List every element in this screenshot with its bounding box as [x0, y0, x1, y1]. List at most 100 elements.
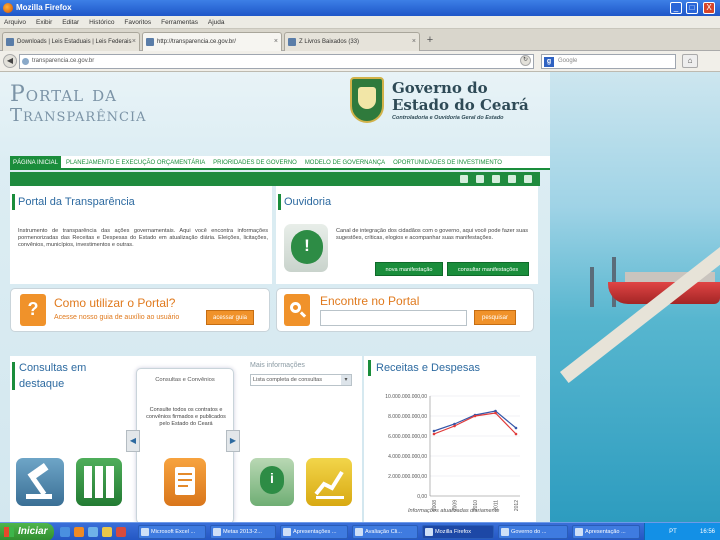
- government-logo: Governo do Estado do Ceará: [392, 80, 529, 114]
- y-tick-label: 10.000.000.000,00: [385, 394, 427, 400]
- data-point-despesas: [514, 432, 518, 436]
- window-titlebar: Mozilla Firefox: [0, 0, 720, 16]
- portal-panel-text: Instrumento de transparência das ações g…: [18, 228, 268, 248]
- portal-logo[interactable]: Portal da Transparência: [10, 84, 147, 126]
- tab-label: Z Livros Baixados (33): [299, 39, 360, 45]
- print-icon[interactable]: [524, 175, 532, 183]
- document-icon[interactable]: [164, 458, 206, 506]
- consultas-select[interactable]: Lista completa de consultas ▾: [250, 374, 352, 386]
- acessar-guia-button[interactable]: acessar guia: [206, 310, 254, 325]
- tab-transparencia[interactable]: http://transparencia.ce.gov.br/ ×: [142, 32, 282, 51]
- carousel-next-button[interactable]: ▶: [226, 430, 240, 452]
- task-excel[interactable]: Microsoft Excel ...: [138, 525, 206, 539]
- nav-oportunidades[interactable]: Oportunidades de investimento: [390, 156, 505, 170]
- powerpoint-icon: [575, 528, 583, 536]
- tab-label: http://transparencia.ce.gov.br/: [157, 39, 236, 45]
- main-nav: Página inicial Planejamento e execução o…: [10, 156, 550, 170]
- menu-editar[interactable]: Editar: [58, 16, 83, 29]
- gov-subtitle: Controladoria e Ouvidoria Geral do Estad…: [392, 115, 504, 121]
- info-icon[interactable]: i: [250, 458, 294, 506]
- tab-label: Downloads | Leis Estaduais | Leis Federa…: [17, 39, 132, 45]
- firefox-icon: [425, 528, 433, 536]
- task-apresentacao[interactable]: Apresentação ...: [572, 525, 640, 539]
- question-icon: ?: [20, 294, 46, 326]
- nav-planejamento[interactable]: Planejamento e execução orçamentária: [63, 156, 208, 170]
- sub-nav-bar: [10, 172, 540, 186]
- data-point-receitas: [432, 429, 436, 433]
- home-icon[interactable]: ⌂: [682, 54, 698, 68]
- title-accent: [278, 194, 281, 210]
- explorer-icon[interactable]: [88, 527, 98, 537]
- menu-arquivo[interactable]: Arquivo: [0, 16, 30, 29]
- tab-downloads[interactable]: Downloads | Leis Estaduais | Leis Federa…: [2, 32, 140, 51]
- start-button[interactable]: Iniciar: [0, 523, 54, 540]
- home-icon[interactable]: [460, 175, 468, 183]
- nav-pagina-inicial[interactable]: Página inicial: [10, 156, 62, 170]
- tab-bar: Downloads | Leis Estaduais | Leis Federa…: [0, 29, 720, 51]
- title-accent: [12, 362, 15, 390]
- ouvidoria-title: Ouvidoria: [284, 196, 332, 208]
- title-accent: [368, 360, 371, 376]
- menu-exibir[interactable]: Exibir: [32, 16, 56, 29]
- crane-graphic: [590, 267, 594, 307]
- portal-logo-line1: Portal da: [10, 82, 117, 107]
- nav-prioridades[interactable]: Prioridades de governo: [210, 156, 300, 170]
- data-point-despesas: [432, 432, 436, 436]
- task-governo[interactable]: Governo do ...: [498, 525, 568, 539]
- navigation-bar: ◀ transparencia.ce.gov.br ↻ g Google ⌂: [0, 51, 720, 72]
- tab-close-icon[interactable]: ×: [132, 33, 136, 51]
- folder-icon: [283, 528, 291, 536]
- firefox-quicklaunch-icon[interactable]: [74, 527, 84, 537]
- task-avaliacao[interactable]: Avaliação Cli...: [352, 525, 418, 539]
- task-metas[interactable]: Metas 2013-2...: [210, 525, 276, 539]
- minimize-button[interactable]: _: [670, 2, 682, 14]
- firefox-icon: [3, 3, 13, 13]
- gov-line1: Governo do: [392, 79, 488, 97]
- ie-icon[interactable]: [60, 527, 70, 537]
- title-accent: [12, 194, 15, 210]
- tab-close-icon[interactable]: ×: [274, 33, 278, 51]
- tab-close-icon[interactable]: ×: [412, 33, 416, 51]
- menu-ferramentas[interactable]: Ferramentas: [157, 16, 202, 29]
- tab-livros[interactable]: Z Livros Baixados (33) ×: [284, 32, 420, 51]
- task-firefox[interactable]: Mozilla Firefox: [422, 525, 494, 539]
- site-search-input[interactable]: [320, 310, 467, 326]
- growth-chart-icon[interactable]: [306, 458, 352, 506]
- books-icon[interactable]: [76, 458, 122, 506]
- mail-icon[interactable]: [508, 175, 516, 183]
- url-bar[interactable]: transparencia.ce.gov.br: [19, 54, 534, 69]
- maximize-button[interactable]: □: [686, 2, 698, 14]
- site-identity-icon: [22, 58, 29, 65]
- new-tab-button[interactable]: +: [421, 33, 439, 49]
- map-icon[interactable]: [492, 175, 500, 183]
- menu-favoritos[interactable]: Favoritos: [120, 16, 155, 29]
- portal-panel-title: Portal da Transparência: [18, 196, 135, 208]
- data-point-despesas: [473, 414, 477, 418]
- media-icon[interactable]: [116, 527, 126, 537]
- close-button[interactable]: X: [703, 2, 715, 14]
- accessibility-icon[interactable]: [476, 175, 484, 183]
- pesquisar-button[interactable]: pesquisar: [474, 310, 516, 325]
- window-title: Mozilla Firefox: [16, 3, 72, 12]
- back-button[interactable]: ◀: [3, 54, 17, 68]
- y-tick-label: 2.000.000.000,00: [388, 474, 427, 480]
- language-indicator[interactable]: PT: [669, 529, 677, 535]
- menu-historico[interactable]: Histórico: [85, 16, 118, 29]
- nav-modelo-governanca[interactable]: Modelo de governança: [302, 156, 388, 170]
- carousel-prev-button[interactable]: ◀: [126, 430, 140, 452]
- task-apresentacoes[interactable]: Apresentações ...: [280, 525, 348, 539]
- gov-line2: Estado do Ceará: [392, 96, 529, 114]
- reload-icon[interactable]: ↻: [520, 55, 531, 66]
- data-point-despesas: [494, 411, 497, 415]
- search-input[interactable]: g Google: [541, 54, 676, 69]
- gavel-icon[interactable]: [16, 458, 64, 506]
- excel-icon: [141, 528, 149, 536]
- help-subtitle: Acesse nosso guia de auxílio ao usuário: [54, 314, 180, 321]
- x-tick-label: 2012: [514, 500, 520, 511]
- search-placeholder: Google: [558, 58, 578, 64]
- nova-manifestacao-button[interactable]: nova manifestação: [375, 262, 443, 276]
- menu-ajuda[interactable]: Ajuda: [204, 16, 229, 29]
- y-tick-label: 6.000.000.000,00: [388, 434, 427, 440]
- folder-icon[interactable]: [102, 527, 112, 537]
- consultar-manifestacoes-button[interactable]: consultar manifestações: [447, 262, 529, 276]
